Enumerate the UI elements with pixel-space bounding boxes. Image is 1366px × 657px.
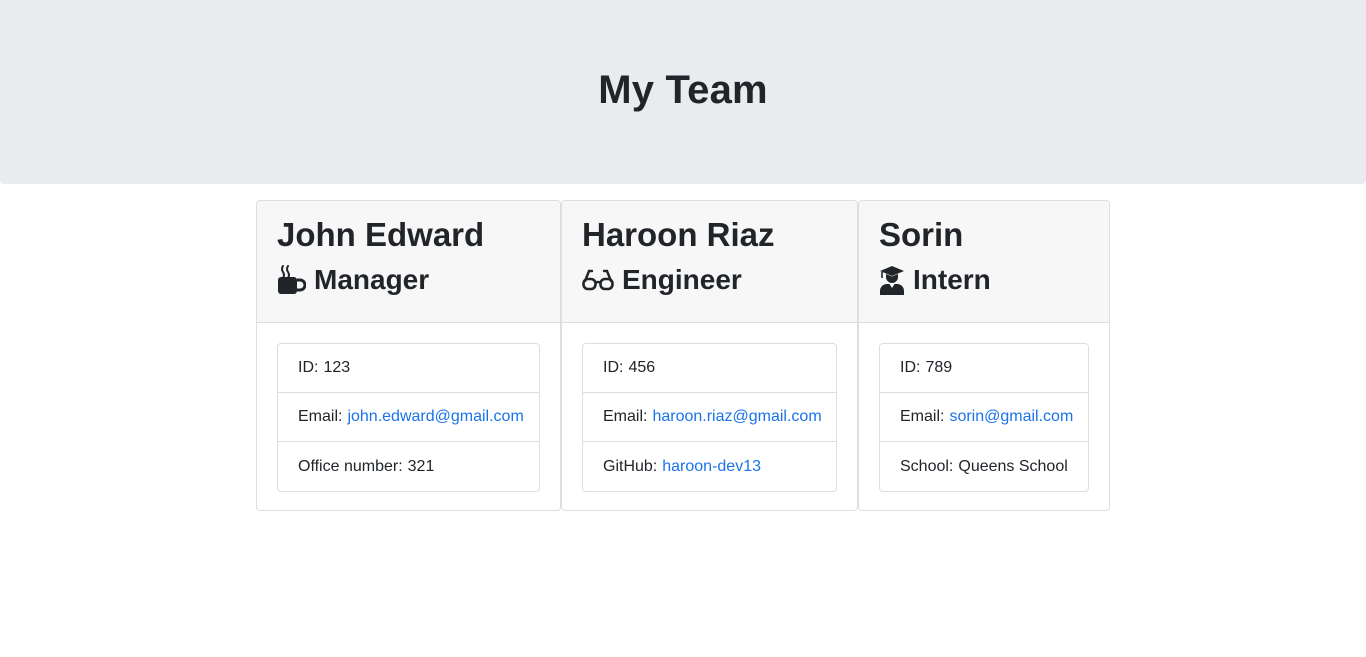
office-number-value: 321	[407, 457, 435, 475]
email-item: Email: john.edward@gmail.com	[278, 393, 539, 442]
id-value: 123	[323, 359, 351, 376]
email-label: Email:	[298, 408, 343, 425]
office-number-item: Office number: 321	[278, 442, 539, 491]
card-body: ID: 789 Email: sorin@gmail.com School: Q…	[859, 323, 1109, 510]
role-label: Intern	[913, 264, 991, 295]
info-list: ID: 456 Email: haroon.riaz@gmail.com Git…	[582, 343, 837, 492]
id-label: ID:	[603, 359, 624, 376]
page-header: My Team	[0, 0, 1366, 184]
school-value: Queens School	[958, 457, 1068, 475]
github-link[interactable]: haroon-dev13	[662, 458, 761, 476]
employee-name: John Edward	[277, 216, 485, 253]
school-label: School:	[900, 457, 954, 475]
github-item: GitHub: haroon-dev13	[583, 442, 836, 491]
id-value: 789	[925, 359, 953, 376]
employee-card-engineer: Haroon Riaz Engineer ID: 456 Email: haro…	[561, 200, 858, 511]
card-body: ID: 456 Email: haroon.riaz@gmail.com Git…	[562, 323, 857, 510]
email-link[interactable]: sorin@gmail.com	[949, 408, 1073, 426]
role-label: Manager	[314, 264, 430, 295]
page-title: My Team	[598, 67, 768, 112]
info-list: ID: 123 Email: john.edward@gmail.com Off…	[277, 343, 540, 492]
employee-name: Haroon Riaz	[582, 216, 775, 253]
card-body: ID: 123 Email: john.edward@gmail.com Off…	[257, 323, 560, 510]
employee-name: Sorin	[879, 216, 964, 253]
graduate-icon	[879, 265, 905, 295]
card-header: Sorin Intern	[859, 201, 1109, 323]
id-value: 456	[628, 359, 656, 376]
card-header: Haroon Riaz Engineer	[562, 201, 857, 323]
email-item: Email: sorin@gmail.com	[880, 393, 1088, 442]
glasses-icon	[582, 268, 614, 292]
school-item: School: Queens School	[880, 442, 1088, 491]
info-list: ID: 789 Email: sorin@gmail.com School: Q…	[879, 343, 1089, 492]
coffee-mug-icon	[277, 265, 306, 295]
email-label: Email:	[900, 408, 945, 425]
email-link[interactable]: haroon.riaz@gmail.com	[652, 408, 821, 426]
employee-role: Intern	[879, 263, 1089, 297]
office-number-label: Office number:	[298, 457, 403, 475]
email-label: Email:	[603, 408, 648, 425]
employee-role: Engineer	[582, 263, 837, 297]
employee-card-intern: Sorin Intern ID: 789 Email: sorin@gmail.…	[858, 200, 1110, 511]
email-item: Email: haroon.riaz@gmail.com	[583, 393, 836, 442]
role-label: Engineer	[622, 264, 742, 295]
id-label: ID:	[900, 359, 921, 376]
id-label: ID:	[298, 359, 319, 376]
id-item: ID: 123	[278, 344, 539, 393]
id-item: ID: 456	[583, 344, 836, 393]
id-item: ID: 789	[880, 344, 1088, 393]
employee-role: Manager	[277, 263, 540, 297]
card-header: John Edward Manager	[257, 201, 560, 323]
employee-card-manager: John Edward Manager ID: 123 Email: john.…	[256, 200, 561, 511]
github-label: GitHub:	[603, 457, 658, 475]
email-link[interactable]: john.edward@gmail.com	[347, 408, 523, 426]
